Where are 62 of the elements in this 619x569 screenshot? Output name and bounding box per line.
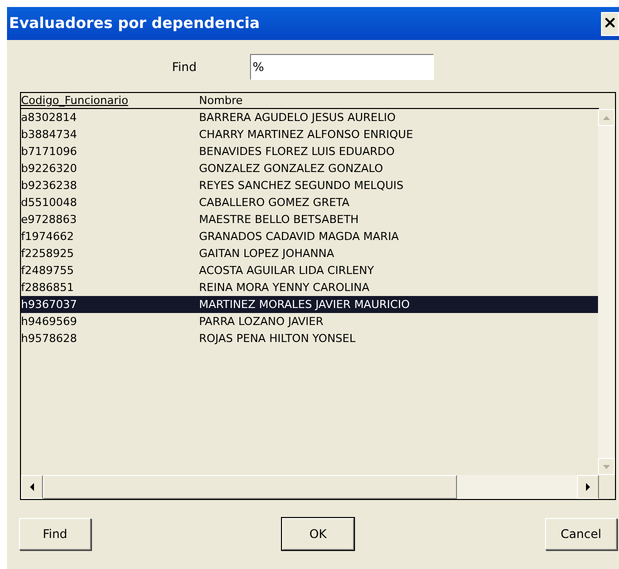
table-cell-text: CABALLERO GOMEZ GRETA [199,195,350,211]
find-label: Find [172,59,197,76]
cancel-button[interactable]: Cancel [545,518,617,550]
table-cell-text: CHARRY MARTINEZ ALFONSO ENRIQUE [199,127,414,143]
table-cell-text: f1974662 [21,229,75,245]
scroll-thumb[interactable] [43,475,457,499]
scroll-down-button[interactable] [598,458,615,475]
table-cell-text: f2258925 [21,246,75,262]
window-title: Evaluadores por dependencia [9,13,260,34]
table-row[interactable]: h9578628 ROJAS PENA HILTON YONSEL [21,330,598,347]
table-row[interactable]: b3884734 CHARRY MARTINEZ ALFONSO ENRIQUE [21,126,598,143]
table-row[interactable]: f1974662 GRANADOS CADAVID MAGDA MARIA [21,228,598,245]
table-row[interactable]: h9469569 PARRA LOZANO JAVIER [21,313,598,330]
table-cell-text: b7171096 [21,144,78,160]
table-cell-text: PARRA LOZANO JAVIER [199,314,324,330]
scroll-up-button[interactable] [598,109,615,126]
table-cell-text: f2886851 [21,280,75,296]
table-cell-text: e9728863 [21,212,78,228]
horizontal-scrollbar[interactable] [21,475,599,499]
table-row[interactable]: h9367037 MARTINEZ MORALES JAVIER MAURICIO [21,296,598,313]
table-row[interactable]: e9728863 MAESTRE BELLO BETSABETH [21,211,598,228]
table-cell-text: BENAVIDES FLOREZ LUIS EDUARDO [199,144,395,160]
table-row[interactable]: f2489755 ACOSTA AGUILAR LIDA CIRLENY [21,262,598,279]
find-button[interactable]: Find [19,518,91,550]
table-row[interactable]: f2886851 REINA MORA YENNY CAROLINA [21,279,598,296]
ok-button[interactable]: OK [282,518,354,550]
table-cell-text: h9469569 [21,314,78,330]
table-cell-text: b9236238 [21,178,78,194]
table-row[interactable]: d5510048 CABALLERO GOMEZ GRETA [21,194,598,211]
table-cell-text: b9226320 [21,161,78,177]
table-cell-text: a8302814 [21,110,78,126]
column-header[interactable]: Codigo_Funcionario [21,93,199,108]
down-arrow-icon [603,464,610,468]
left-arrow-icon [30,483,34,491]
right-arrow-icon [586,483,590,491]
table-row[interactable]: b9226320 GONZALEZ GONZALEZ GONZALO [21,160,598,177]
scroll-left-button[interactable] [21,475,43,499]
table-cell-text: f2489755 [21,263,75,279]
table-cell-text: GONZALEZ GONZALEZ GONZALO [199,161,384,177]
table-cell-text: GAITAN LOPEZ JOHANNA [199,246,334,262]
column-header[interactable]: Nombre [199,93,243,108]
table-cell-text: d5510048 [21,195,78,211]
scroll-right-button[interactable] [577,475,599,499]
vertical-scrollbar[interactable] [598,109,615,475]
table-cell-text: b3884734 [21,127,78,143]
table-cell-text: MAESTRE BELLO BETSABETH [199,212,359,228]
table-row[interactable]: b9236238 REYES SANCHEZ SEGUNDO MELQUIS [21,177,598,194]
table-cell-text: h9367037 [21,297,78,313]
table-cell-text: REYES SANCHEZ SEGUNDO MELQUIS [199,178,404,194]
table-row[interactable]: f2258925 GAITAN LOPEZ JOHANNA [21,245,598,262]
table-cell-text: REINA MORA YENNY CAROLINA [199,280,370,296]
up-arrow-icon [603,116,610,120]
table-cell-text: MARTINEZ MORALES JAVIER MAURICIO [199,297,410,313]
find-field[interactable]: % [250,54,434,80]
table-row[interactable]: b7171096 BENAVIDES FLOREZ LUIS EDUARDO [21,143,598,160]
table-row[interactable]: a8302814 BARRERA AGUDELO JESUS AURELIO [21,109,598,126]
table-cell-text: BARRERA AGUDELO JESUS AURELIO [199,110,396,126]
table-cell-text: GRANADOS CADAVID MAGDA MARIA [199,229,399,245]
close-button[interactable]: × [601,12,619,36]
table-cell-text: ROJAS PENA HILTON YONSEL [199,331,356,347]
table-cell-text: ACOSTA AGUILAR LIDA CIRLENY [199,263,374,279]
table-cell-text: h9578628 [21,331,78,347]
